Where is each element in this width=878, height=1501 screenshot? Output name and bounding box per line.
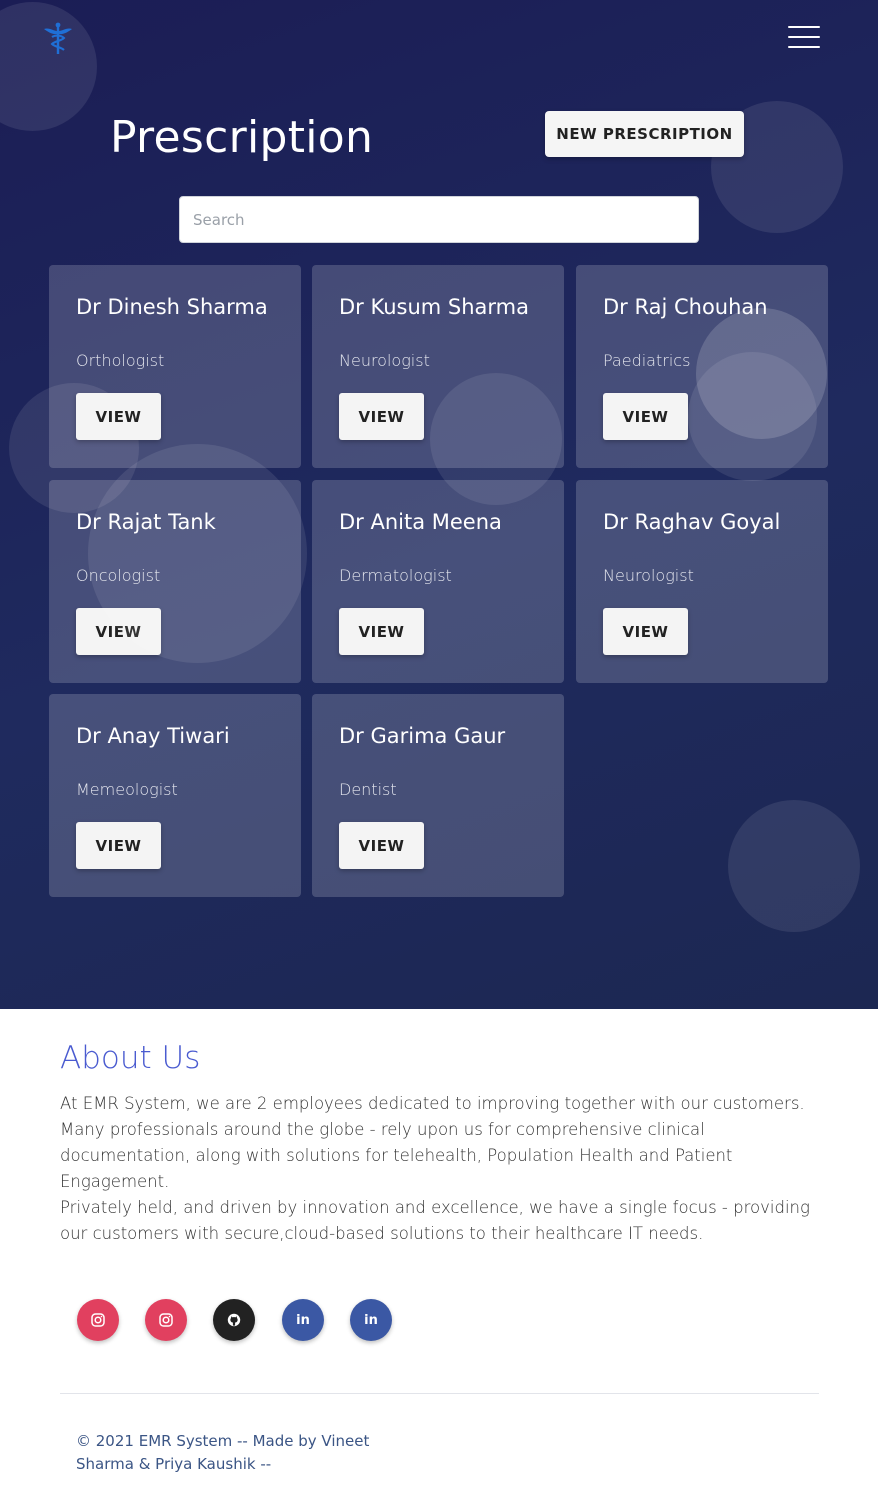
doctor-name: Dr Raghav Goyal [603,510,781,534]
doctor-specialty: Orthologist [76,351,165,370]
doctor-card: Dr Anita Meena Dermatologist VIEW [312,480,564,683]
linkedin-label: in [296,1312,310,1328]
search-input[interactable] [179,196,699,243]
about-paragraph: At EMR System, we are 2 employees dedica… [60,1094,805,1191]
doctor-specialty: Neurologist [603,566,694,585]
new-prescription-button[interactable]: NEW PRESCRIPTION [545,111,744,157]
doctor-card: Dr Anay Tiwari Memeologist VIEW [49,694,301,897]
doctor-card: Dr Raghav Goyal Neurologist VIEW [576,480,828,683]
linkedin-icon[interactable]: in [350,1299,392,1341]
view-button[interactable]: VIEW [339,393,424,440]
footer-divider [60,1393,819,1394]
doctor-name: Dr Anita Meena [339,510,502,534]
doctor-card: Dr Garima Gaur Dentist VIEW [312,694,564,897]
page-title: Prescription [110,112,374,163]
view-button[interactable]: VIEW [603,393,688,440]
view-button[interactable]: VIEW [603,608,688,655]
view-button[interactable]: VIEW [339,822,424,869]
instagram-icon[interactable] [77,1299,119,1341]
doctor-name: Dr Kusum Sharma [339,295,529,319]
decorative-bubble [728,800,860,932]
doctor-specialty: Memeologist [76,780,178,799]
decorative-bubble [430,373,562,505]
doctor-specialty: Paediatrics [603,351,691,370]
doctor-specialty: Dentist [339,780,397,799]
decorative-bubble [696,308,827,439]
about-paragraph: Privately held, and driven by innovation… [60,1198,810,1243]
instagram-icon[interactable] [145,1299,187,1341]
about-title: About Us [60,1040,201,1076]
doctor-specialty: Neurologist [339,351,430,370]
view-button[interactable]: VIEW [76,393,161,440]
doctor-name: Dr Dinesh Sharma [76,295,268,319]
linkedin-icon[interactable]: in [282,1299,324,1341]
hamburger-menu-icon[interactable] [788,26,820,54]
decorative-bubble [88,444,307,663]
doctor-specialty: Dermatologist [339,566,452,585]
doctor-card: Dr Dinesh Sharma Orthologist VIEW [49,265,301,468]
doctor-name: Dr Garima Gaur [339,724,506,748]
caduceus-icon[interactable] [42,22,74,56]
hero-section: Prescription NEW PRESCRIPTION Dr Dinesh … [0,0,878,1009]
doctor-name: Dr Anay Tiwari [76,724,230,748]
linkedin-label: in [364,1312,378,1328]
view-button[interactable]: VIEW [339,608,424,655]
copyright-text: © 2021 EMR System -- Made by Vineet Shar… [76,1432,370,1473]
github-icon[interactable] [213,1299,255,1341]
view-button[interactable]: VIEW [76,822,161,869]
